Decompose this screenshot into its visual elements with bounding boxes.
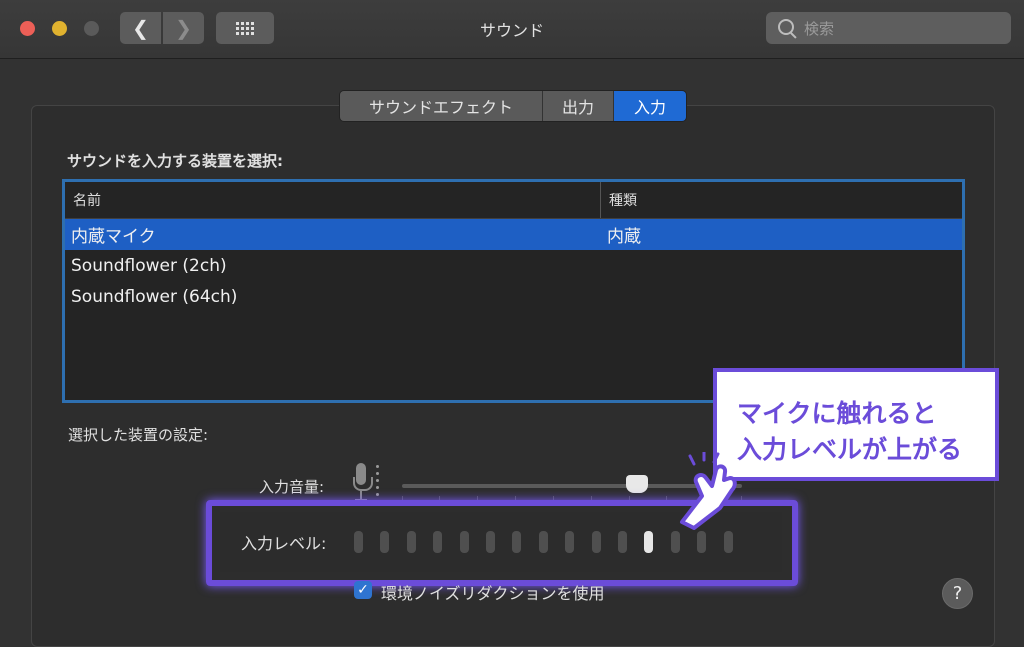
search-placeholder: 検索 bbox=[804, 19, 835, 38]
question-icon: ? bbox=[952, 583, 963, 604]
level-bar bbox=[406, 531, 416, 553]
level-bar bbox=[512, 531, 522, 553]
noise-reduction-label: 環境ノイズリダクションを使用 bbox=[381, 584, 605, 603]
annotation-line-2: 入力レベルが上がる bbox=[737, 435, 963, 464]
title-bar: ❮ ❯ サウンド 検索 bbox=[0, 0, 1024, 59]
device-name: Soundflower (2ch) bbox=[71, 255, 227, 276]
level-bar bbox=[459, 531, 469, 553]
search-icon bbox=[776, 17, 798, 39]
level-bar bbox=[380, 531, 390, 553]
table-row[interactable]: 内蔵マイク 内蔵 bbox=[65, 219, 962, 250]
noise-reduction-checkbox[interactable]: ✓ bbox=[354, 581, 372, 599]
level-bar bbox=[354, 531, 363, 553]
microphone-icon bbox=[352, 463, 373, 505]
level-bar bbox=[538, 531, 548, 553]
input-volume-knob[interactable] bbox=[625, 475, 648, 493]
device-select-heading: サウンドを入力する装置を選択: bbox=[67, 152, 284, 170]
level-bar bbox=[591, 531, 601, 553]
table-row[interactable]: Soundflower (64ch) bbox=[65, 281, 962, 312]
search-field[interactable]: 検索 bbox=[766, 12, 1011, 44]
annotation-line-1: マイクに触れると bbox=[737, 399, 937, 428]
level-bar bbox=[486, 531, 495, 553]
input-volume-label: 入力音量: bbox=[259, 478, 325, 496]
level-bar bbox=[433, 531, 443, 553]
level-bar bbox=[723, 531, 733, 553]
pointing-hand-icon bbox=[680, 452, 737, 530]
tab-output[interactable]: 出力 bbox=[543, 91, 614, 121]
table-header: 名前 種類 bbox=[65, 182, 962, 219]
help-button[interactable]: ? bbox=[942, 578, 973, 609]
device-name: 内蔵マイク bbox=[71, 227, 156, 247]
tab-bar: サウンドエフェクト 出力 入力 bbox=[339, 90, 687, 122]
tab-input[interactable]: 入力 bbox=[614, 91, 686, 121]
level-bar bbox=[670, 531, 680, 553]
annotation-callout: マイクに触れると 入力レベルが上がる bbox=[713, 368, 999, 481]
input-level-label: 入力レベル: bbox=[241, 534, 327, 553]
level-bar bbox=[565, 531, 575, 553]
settings-heading: 選択した装置の設定: bbox=[68, 426, 209, 444]
device-name: Soundflower (64ch) bbox=[71, 286, 238, 307]
tab-sound-effects[interactable]: サウンドエフェクト bbox=[340, 91, 543, 121]
level-bar bbox=[618, 531, 627, 553]
level-bar bbox=[644, 531, 654, 553]
column-header-name[interactable]: 名前 bbox=[65, 182, 601, 218]
device-type: 内蔵 bbox=[607, 227, 641, 247]
microphone-volume-dots bbox=[376, 465, 380, 501]
level-bar bbox=[697, 531, 707, 553]
table-row[interactable]: Soundflower (2ch) bbox=[65, 250, 962, 281]
column-header-type[interactable]: 種類 bbox=[601, 182, 637, 218]
